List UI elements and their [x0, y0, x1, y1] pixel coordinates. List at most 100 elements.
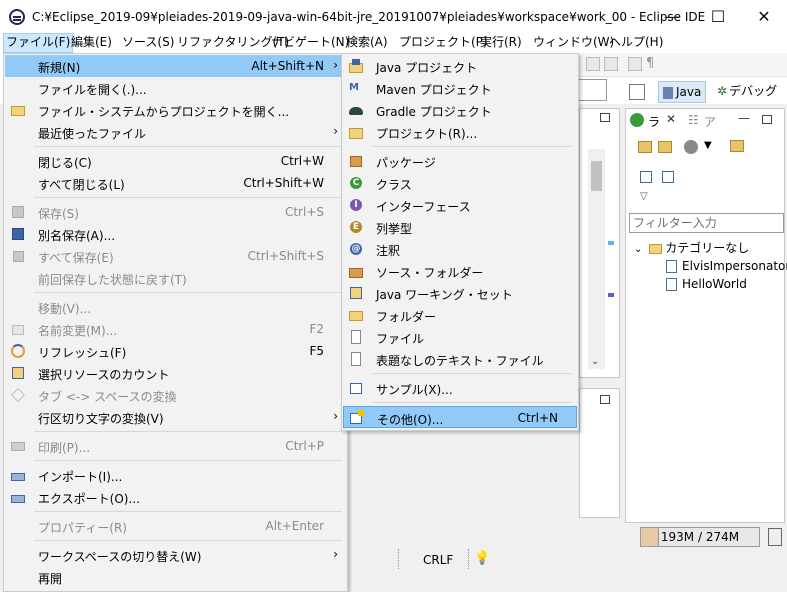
menu-item-open-projects[interactable]: ファイル・システムからプロジェクトを開く... — [5, 99, 346, 121]
submenu-item-enum[interactable]: E 列挙型 — [343, 216, 577, 238]
menu-search[interactable]: 検索(A) — [344, 33, 390, 53]
submenu-item-other[interactable]: その他(O)... Ctrl+N — [343, 406, 577, 428]
perspective-debug[interactable]: ✲ デバッグ — [713, 81, 781, 103]
menu-item-save-as[interactable]: 別名保存(A)... — [5, 223, 346, 245]
heap-status[interactable]: 193M / 274M — [640, 527, 760, 547]
tab-a[interactable]: ア — [704, 113, 716, 130]
submenu-item-folder[interactable]: フォルダー — [343, 304, 577, 326]
maximize-button[interactable]: ☐ — [695, 0, 741, 33]
menu-source[interactable]: ソース(S) — [120, 33, 176, 53]
scrollbar-thumb[interactable] — [591, 161, 602, 191]
menu-item-close[interactable]: 閉じる(C) Ctrl+W — [5, 150, 346, 172]
count-icon — [10, 365, 26, 381]
submenu-item-interface[interactable]: I インターフェース — [343, 194, 577, 216]
submenu-item-java-project[interactable]: Java プロジェクト — [343, 55, 577, 77]
save-all-icon — [10, 248, 26, 264]
minimize-button[interactable]: — — [649, 0, 695, 33]
submenu-item-working-set[interactable]: Java ワーキング・セット — [343, 282, 577, 304]
enum-icon: E — [348, 219, 364, 235]
chevron-down-icon[interactable]: ▽ — [640, 191, 648, 202]
menu-item-refresh[interactable]: リフレッシュ(F) F5 — [5, 340, 346, 362]
run-tab-icon — [630, 113, 644, 127]
menu-item-import[interactable]: インポート(I)... — [5, 464, 346, 486]
menu-item-rename[interactable]: 名前変更(M)... F2 — [5, 318, 346, 340]
chevron-right-icon: › — [333, 409, 338, 423]
submenu-item-annotation[interactable]: @ 注釈 — [343, 238, 577, 260]
vertical-scrollbar[interactable]: ⌄ — [588, 149, 605, 369]
overview-marker — [608, 241, 614, 245]
expand-all-icon[interactable] — [662, 171, 674, 183]
menu-project[interactable]: プロジェクト(P) — [397, 33, 490, 53]
chevron-down-icon[interactable]: ▼ — [704, 140, 712, 151]
tree-category[interactable]: ⌄ カテゴリーなし — [634, 239, 749, 257]
menu-separator — [34, 292, 342, 293]
trash-icon[interactable] — [768, 528, 782, 546]
menu-item-recent-files[interactable]: 最近使ったファイル › — [5, 121, 346, 143]
sample-icon — [348, 380, 364, 396]
menu-run[interactable]: 実行(R) — [478, 33, 524, 53]
menu-item-convert-line-delimiters[interactable]: 行区切り文字の変換(V) › — [5, 406, 346, 428]
maximize-view-icon[interactable] — [600, 395, 610, 404]
submenu-item-gradle-project[interactable]: Gradle プロジェクト — [343, 99, 577, 121]
submenu-item-file[interactable]: ファイル — [343, 326, 577, 348]
menu-item-convert-tabs[interactable]: タブ <-> スペースの変換 — [5, 384, 346, 406]
submenu-item-package[interactable]: パッケージ — [343, 150, 577, 172]
menu-edit[interactable]: 編集(E) — [69, 33, 114, 53]
submenu-item-project[interactable]: プロジェクト(R)... — [343, 121, 577, 143]
export-icon — [10, 489, 26, 505]
menu-help[interactable]: ヘルプ(H) — [607, 33, 665, 53]
scroll-down-icon[interactable]: ⌄ — [591, 356, 599, 367]
toolbar-button[interactable] — [604, 57, 618, 71]
submenu-item-class[interactable]: C クラス — [343, 172, 577, 194]
chevron-down-icon[interactable]: ⌄ — [634, 244, 642, 255]
class-icon: C — [348, 175, 364, 191]
maximize-view-icon[interactable] — [762, 115, 772, 124]
close-button[interactable]: ✕ — [741, 0, 787, 33]
new-folder-icon[interactable] — [730, 140, 744, 152]
perspective-java[interactable]: Java — [658, 81, 707, 103]
menu-item-properties[interactable]: プロパティー(R) Alt+Enter — [5, 515, 346, 537]
run-icon[interactable] — [684, 140, 698, 154]
menu-separator — [34, 197, 342, 198]
other-icon — [349, 410, 365, 426]
menu-item-print[interactable]: 印刷(P)... Ctrl+P — [5, 435, 346, 457]
pilcrow-icon[interactable]: ¶ — [646, 56, 654, 71]
minimize-view-icon[interactable]: — — [738, 111, 750, 125]
tree-item[interactable]: ElvisImpersonator — [666, 257, 787, 275]
bottom-pane — [579, 388, 620, 518]
chevron-right-icon: › — [333, 547, 338, 561]
tree-item[interactable]: HelloWorld — [666, 275, 747, 293]
menu-item-revert[interactable]: 前回保存した状態に戻す(T) — [5, 267, 346, 289]
menu-item-save[interactable]: 保存(S) Ctrl+S — [5, 201, 346, 223]
menu-item-close-all[interactable]: すべて閉じる(L) Ctrl+Shift+W — [5, 172, 346, 194]
folder-icon[interactable] — [658, 141, 672, 153]
toolbar-button[interactable] — [586, 57, 600, 71]
submenu-item-untitled-text-file[interactable]: 表題なしのテキスト・ファイル — [343, 348, 577, 370]
menu-item-save-all[interactable]: すべて保存(E) Ctrl+Shift+S — [5, 245, 346, 267]
close-icon[interactable]: ✕ — [666, 112, 676, 126]
menu-item-move[interactable]: 移動(V)... — [5, 296, 346, 318]
tab-ra[interactable]: ラ — [648, 113, 660, 130]
filter-input[interactable]: フィルター入力 — [629, 213, 784, 233]
menu-item-count[interactable]: 選択リソースのカウント — [5, 362, 346, 384]
collapse-all-icon[interactable] — [640, 171, 652, 183]
menu-item-open-file[interactable]: ファイルを開く(.)... — [5, 77, 346, 99]
save-as-icon — [10, 226, 26, 242]
minimize-icon: — — [664, 7, 680, 26]
project-icon — [348, 124, 364, 140]
menu-item-restart[interactable]: 再開 — [5, 566, 346, 588]
menu-window[interactable]: ウィンドウ(W) — [531, 33, 616, 53]
menu-item-new[interactable]: 新規(N) Alt+Shift+N › — [5, 55, 346, 77]
menu-file[interactable]: ファイル(F) — [3, 33, 74, 53]
open-perspective-icon[interactable] — [629, 84, 645, 100]
new-category-icon[interactable] — [638, 141, 652, 153]
maximize-view-icon[interactable] — [600, 113, 610, 122]
submenu-item-example[interactable]: サンプル(X)... — [343, 377, 577, 399]
menu-navigate[interactable]: ナビゲート(N) — [269, 33, 351, 53]
toolbar-button[interactable] — [628, 57, 642, 71]
menu-item-switch-workspace[interactable]: ワークスペースの切り替え(W) › — [5, 544, 346, 566]
lightbulb-icon[interactable]: 💡 — [474, 551, 490, 566]
menu-item-export[interactable]: エクスポート(O)... — [5, 486, 346, 508]
submenu-item-source-folder[interactable]: ソース・フォルダー — [343, 260, 577, 282]
submenu-item-maven-project[interactable]: M Maven プロジェクト — [343, 77, 577, 99]
